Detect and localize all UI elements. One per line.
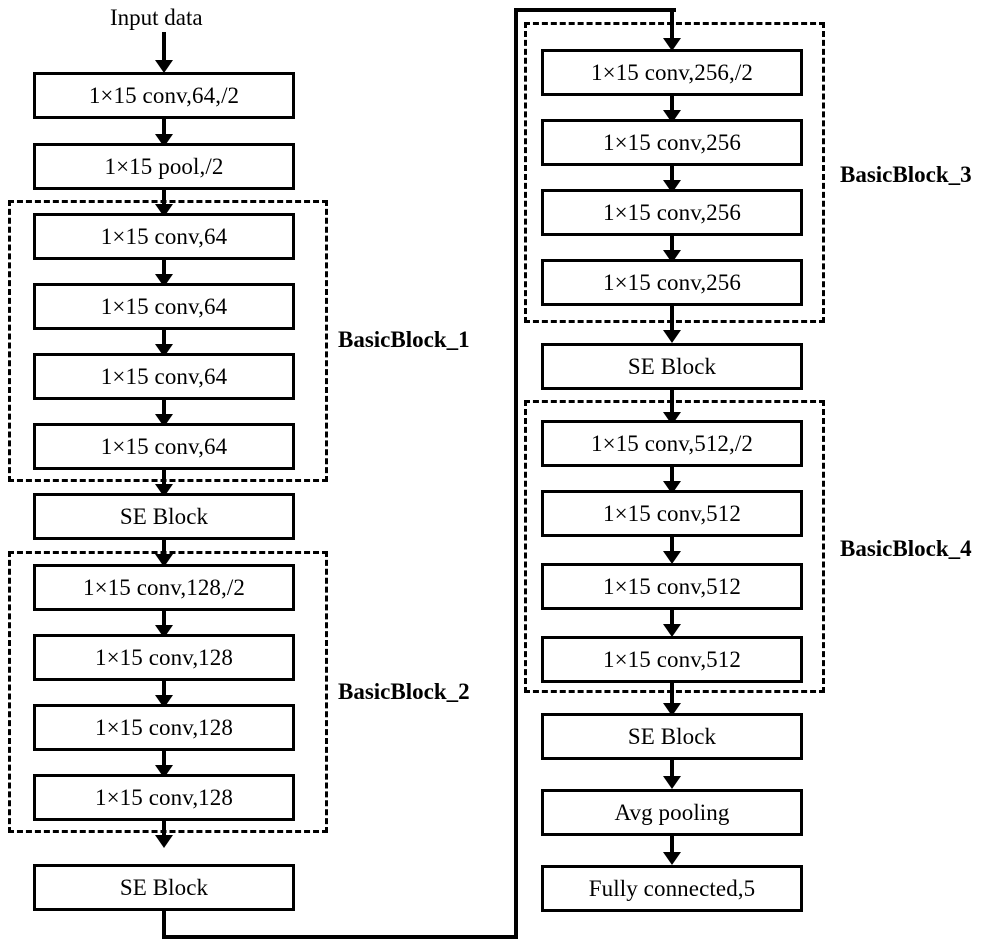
node-bb3-conv-3[interactable]: 1×15 conv,256 xyxy=(541,189,803,236)
architecture-diagram: Input data 1×15 conv,64,/2 1×15 pool,/2 … xyxy=(0,0,1000,949)
node-se-block-3[interactable]: SE Block xyxy=(541,343,803,390)
node-bb3-conv-1[interactable]: 1×15 conv,256,/2 xyxy=(541,49,803,96)
group-label-basicblock-2: BasicBlock_2 xyxy=(338,679,470,704)
node-bb4-conv-1[interactable]: 1×15 conv,512,/2 xyxy=(541,420,803,467)
node-bb4-conv-2[interactable]: 1×15 conv,512 xyxy=(541,490,803,537)
node-bb1-conv-3[interactable]: 1×15 conv,64 xyxy=(33,353,295,400)
arrow-head-se4-avgpool xyxy=(663,776,681,789)
node-bb1-conv-1[interactable]: 1×15 conv,64 xyxy=(33,213,295,260)
node-bb1-conv-2[interactable]: 1×15 conv,64 xyxy=(33,283,295,330)
group-label-basicblock-4: BasicBlock_4 xyxy=(840,536,972,561)
node-bb1-conv-4[interactable]: 1×15 conv,64 xyxy=(33,423,295,470)
input-data-label: Input data xyxy=(110,5,203,30)
node-avg-pooling[interactable]: Avg pooling xyxy=(541,789,803,836)
node-fully-connected[interactable]: Fully connected,5 xyxy=(541,865,803,912)
node-bb2-conv-1[interactable]: 1×15 conv,128,/2 xyxy=(33,564,295,611)
node-se-block-4[interactable]: SE Block xyxy=(541,713,803,760)
arrow-head-avgpool-fc xyxy=(663,852,681,865)
node-bb3-conv-4[interactable]: 1×15 conv,256 xyxy=(541,259,803,306)
node-pool-stride2[interactable]: 1×15 pool,/2 xyxy=(33,143,295,190)
crosslink-up-segment xyxy=(514,8,518,939)
arrow-head-bb3-se xyxy=(663,330,681,343)
crosslink-horizontal-segment xyxy=(162,935,518,939)
group-label-basicblock-3: BasicBlock_3 xyxy=(840,162,972,187)
crosslink-top-segment xyxy=(514,8,676,12)
node-bb2-conv-4[interactable]: 1×15 conv,128 xyxy=(33,774,295,821)
arrow-head-bb2-se xyxy=(155,835,173,848)
node-se-block-1[interactable]: SE Block xyxy=(33,493,295,540)
node-bb3-conv-2[interactable]: 1×15 conv,256 xyxy=(541,119,803,166)
node-bb4-conv-3[interactable]: 1×15 conv,512 xyxy=(541,563,803,610)
node-bb4-conv-4[interactable]: 1×15 conv,512 xyxy=(541,636,803,683)
node-bb2-conv-2[interactable]: 1×15 conv,128 xyxy=(33,634,295,681)
node-bb2-conv-3[interactable]: 1×15 conv,128 xyxy=(33,704,295,751)
node-conv-64-stride2[interactable]: 1×15 conv,64,/2 xyxy=(33,72,295,119)
group-label-basicblock-1: BasicBlock_1 xyxy=(338,327,470,352)
node-se-block-2[interactable]: SE Block xyxy=(33,864,295,911)
